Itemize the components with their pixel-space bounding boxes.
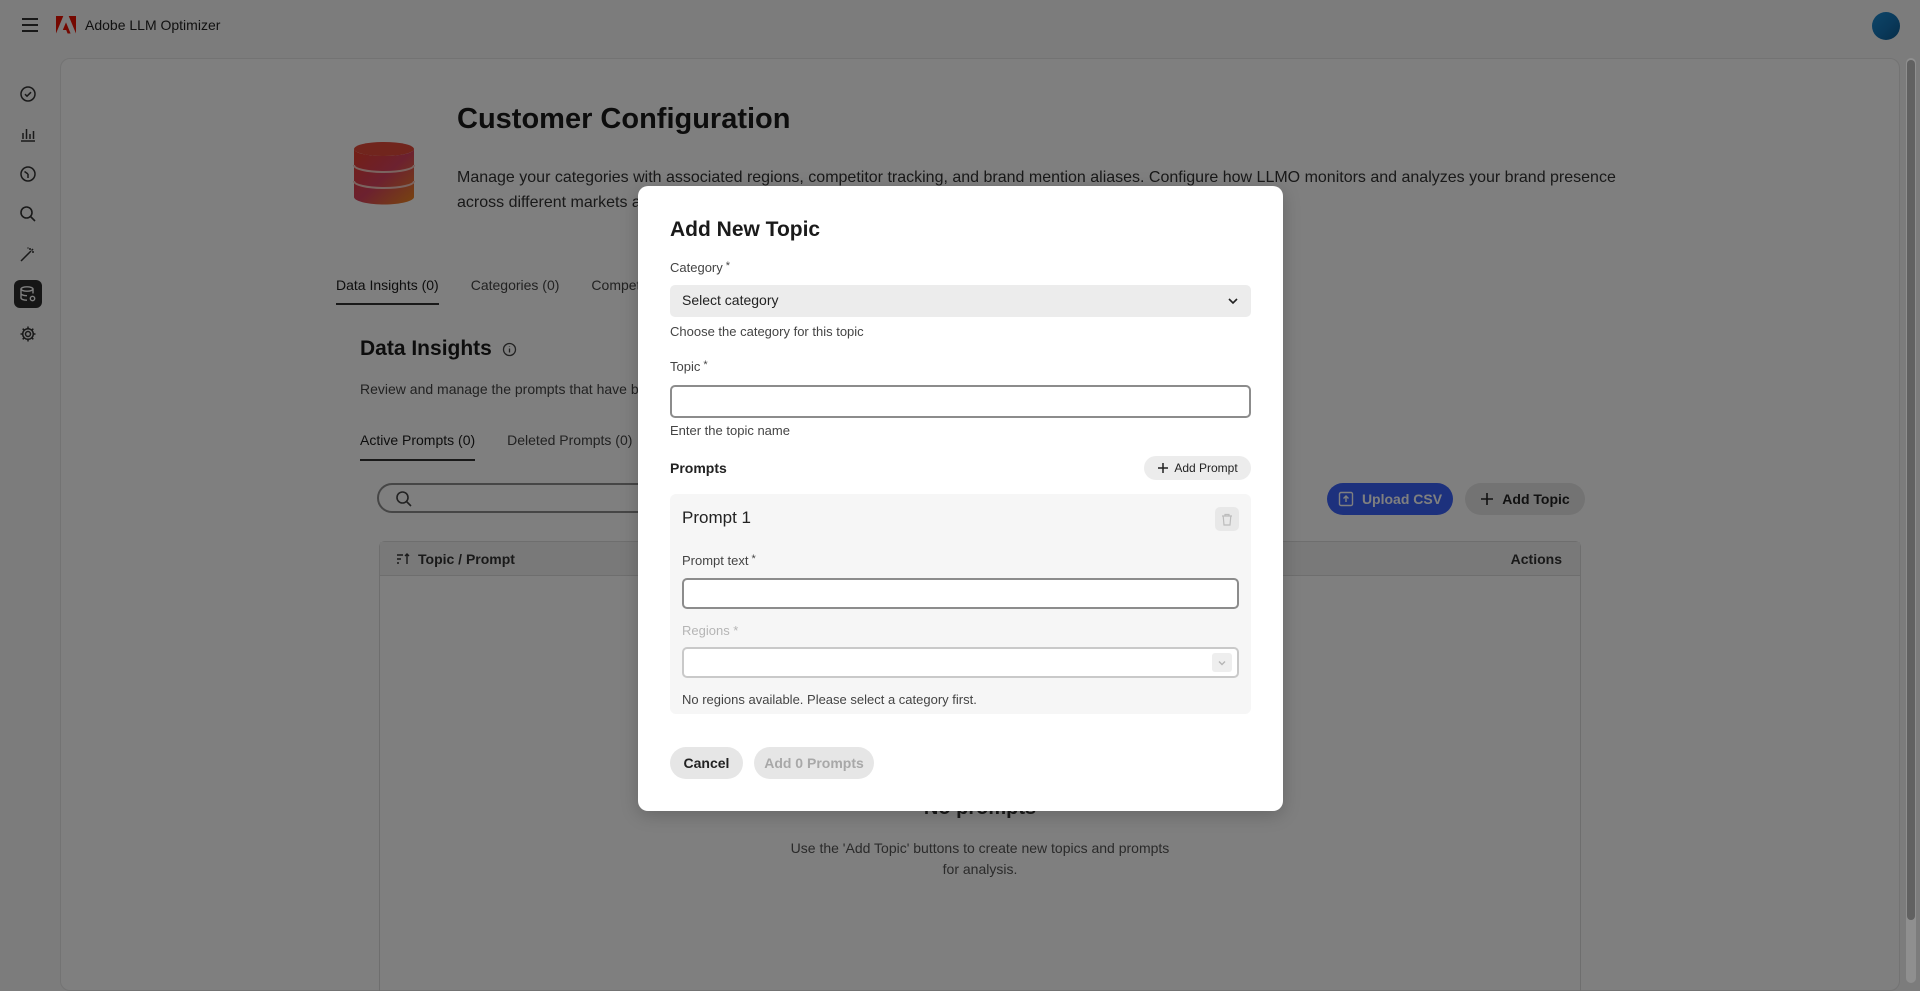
category-select-value: Select category [682, 292, 779, 308]
trash-icon [1222, 513, 1232, 526]
add-prompt-button[interactable]: Add Prompt [1144, 456, 1251, 480]
cancel-button[interactable]: Cancel [670, 747, 743, 779]
required-mark: * [703, 359, 708, 371]
plus-icon [1158, 463, 1169, 473]
category-select[interactable]: Select category [670, 285, 1251, 317]
prompt-text-label-text: Prompt text [682, 553, 749, 568]
prompt-text-input[interactable] [682, 578, 1239, 609]
chevron-down-icon [1212, 653, 1232, 672]
required-mark: * [751, 553, 756, 565]
category-help: Choose the category for this topic [670, 324, 864, 339]
dialog-title: Add New Topic [670, 218, 821, 241]
prompts-label: Prompts [670, 460, 727, 476]
prompt-title: Prompt 1 [682, 508, 751, 527]
scrollbar-thumb[interactable] [1907, 60, 1915, 920]
regions-note: No regions available. Please select a ca… [682, 692, 977, 707]
prompt-text-label: Prompt text * [682, 553, 756, 568]
scrollbar[interactable] [1906, 58, 1916, 983]
topic-label: Topic * [670, 359, 708, 374]
topic-input[interactable] [670, 385, 1251, 418]
add-prompts-button[interactable]: Add 0 Prompts [754, 747, 874, 779]
category-label: Category * [670, 260, 730, 275]
add-prompt-label: Add Prompt [1174, 461, 1238, 475]
required-mark: * [725, 260, 731, 272]
topic-help: Enter the topic name [670, 423, 790, 438]
topic-label-text: Topic [670, 359, 701, 374]
regions-label: Regions * [682, 623, 739, 638]
regions-select[interactable] [682, 647, 1239, 678]
add-topic-dialog: Add New Topic Category * Select category … [638, 186, 1283, 811]
delete-prompt-button[interactable] [1215, 507, 1239, 531]
prompt-card: Prompt 1 Prompt text * Regions * No regio… [670, 494, 1251, 714]
chevron-down-icon [1228, 298, 1238, 305]
category-label-text: Category [670, 260, 723, 275]
